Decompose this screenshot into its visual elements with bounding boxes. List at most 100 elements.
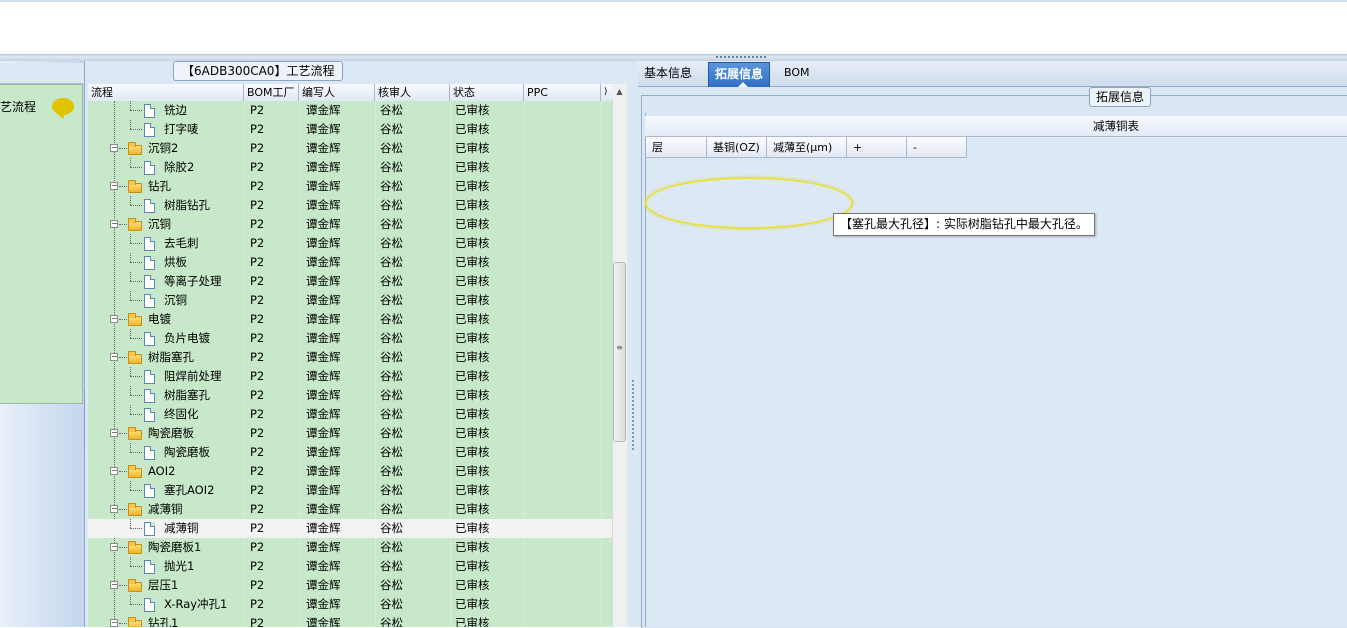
process-name[interactable]: 减薄铜: [148, 500, 183, 519]
process-name[interactable]: 减薄铜: [164, 519, 199, 538]
scroll-up-arrow-icon[interactable]: ▲: [612, 84, 627, 99]
process-row[interactable]: − 沉铜2 P2 谭金辉 谷松 已审核: [88, 139, 612, 158]
process-row[interactable]: 负片电镀 P2 谭金辉 谷松 已审核: [88, 329, 612, 348]
add-row-button[interactable]: +: [847, 137, 907, 158]
process-name[interactable]: AOI2: [148, 462, 175, 481]
process-row[interactable]: − AOI2 P2 谭金辉 谷松 已审核: [88, 462, 612, 481]
cell-reviewer: 谷松: [380, 198, 403, 212]
process-row[interactable]: − 减薄铜 P2 谭金辉 谷松 已审核: [88, 500, 612, 519]
collapse-toggle-icon[interactable]: −: [110, 182, 118, 190]
process-name[interactable]: 电镀: [148, 310, 171, 329]
remove-row-button[interactable]: -: [907, 137, 967, 158]
process-name[interactable]: 打字唛: [164, 120, 199, 139]
folder-icon: [128, 579, 142, 592]
cell-bom-factory: P2: [250, 141, 265, 155]
column-header-reviewer[interactable]: 核审人: [375, 84, 450, 101]
process-name[interactable]: 陶瓷磨板1: [148, 538, 201, 557]
process-name[interactable]: 去毛刺: [164, 234, 199, 253]
cell-reviewer: 谷松: [380, 464, 403, 478]
collapse-toggle-icon[interactable]: −: [110, 429, 118, 437]
process-row[interactable]: − 陶瓷磨板1 P2 谭金辉 谷松 已审核: [88, 538, 612, 557]
process-row[interactable]: 铣边 P2 谭金辉 谷松 已审核: [88, 101, 612, 120]
collapse-toggle-icon[interactable]: −: [110, 467, 118, 475]
process-row[interactable]: − 电镀 P2 谭金辉 谷松 已审核: [88, 310, 612, 329]
column-header-ppc[interactable]: PPC: [524, 84, 601, 101]
collapse-toggle-icon[interactable]: −: [110, 353, 118, 361]
column-header-status[interactable]: 状态: [450, 84, 524, 101]
process-row[interactable]: 树脂塞孔 P2 谭金辉 谷松 已审核: [88, 386, 612, 405]
process-name[interactable]: 陶瓷磨板: [164, 443, 210, 462]
process-row[interactable]: 抛光1 P2 谭金辉 谷松 已审核: [88, 557, 612, 576]
process-name[interactable]: 等离子处理: [164, 272, 222, 291]
process-name[interactable]: 树脂塞孔: [148, 348, 194, 367]
cell-writer: 谭金辉: [306, 312, 341, 326]
process-name[interactable]: 树脂钻孔: [164, 196, 210, 215]
collapse-toggle-icon[interactable]: −: [110, 543, 118, 551]
collapse-toggle-icon[interactable]: −: [110, 505, 118, 513]
process-grid-body[interactable]: 铣边 P2 谭金辉 谷松 已审核 打字唛 P2 谭金辉 谷松 已审核 − 沉铜2 P2 谭金辉 谷松 已审核除…: [88, 101, 612, 627]
column-header-bom-factory[interactable]: BOM工厂: [244, 84, 299, 101]
process-row[interactable]: 终固化 P2 谭金辉 谷松 已审核: [88, 405, 612, 424]
top-blank-area: [0, 0, 1347, 54]
process-name[interactable]: 沉铜: [148, 215, 171, 234]
process-row[interactable]: 沉铜 P2 谭金辉 谷松 已审核: [88, 291, 612, 310]
process-name[interactable]: 钻孔1: [148, 614, 178, 627]
process-row[interactable]: − 陶瓷磨板 P2 谭金辉 谷松 已审核: [88, 424, 612, 443]
collapse-toggle-icon[interactable]: −: [110, 315, 118, 323]
tab-bom[interactable]: BOM: [778, 62, 816, 86]
cell-writer: 谭金辉: [306, 217, 341, 231]
process-row[interactable]: 烘板 P2 谭金辉 谷松 已审核: [88, 253, 612, 272]
process-name[interactable]: 负片电镀: [164, 329, 210, 348]
process-row[interactable]: − 层压1 P2 谭金辉 谷松 已审核: [88, 576, 612, 595]
document-icon: [144, 294, 155, 308]
process-row[interactable]: 等离子处理 P2 谭金辉 谷松 已审核: [88, 272, 612, 291]
process-row[interactable]: 阻焊前处理 P2 谭金辉 谷松 已审核: [88, 367, 612, 386]
cell-writer: 谭金辉: [306, 198, 341, 212]
collapse-toggle-icon[interactable]: −: [110, 220, 118, 228]
vertical-splitter[interactable]: [627, 61, 638, 627]
process-name[interactable]: 树脂塞孔: [164, 386, 210, 405]
process-name[interactable]: X-Ray冲孔1: [164, 595, 227, 614]
process-name[interactable]: 烘板: [164, 253, 187, 272]
cell-status: 已审核: [455, 217, 490, 231]
collapse-toggle-icon[interactable]: −: [110, 581, 118, 589]
process-name[interactable]: 除胶2: [164, 158, 194, 177]
top-splitter[interactable]: [0, 54, 1347, 61]
process-row[interactable]: 去毛刺 P2 谭金辉 谷松 已审核: [88, 234, 612, 253]
cell-writer: 谭金辉: [306, 160, 341, 174]
column-header-thin-to[interactable]: 减薄至(μm): [767, 137, 847, 158]
left-panel-label[interactable]: 艺流程: [0, 98, 36, 115]
process-name[interactable]: 终固化: [164, 405, 199, 424]
process-row[interactable]: − 钻孔 P2 谭金辉 谷松 已审核: [88, 177, 612, 196]
process-name[interactable]: 塞孔AOI2: [164, 481, 214, 500]
process-name[interactable]: 抛光1: [164, 557, 194, 576]
collapse-toggle-icon[interactable]: −: [110, 144, 118, 152]
process-name[interactable]: 钻孔: [148, 177, 171, 196]
column-header-base-copper[interactable]: 基铜(OZ): [707, 137, 767, 158]
process-row[interactable]: − 树脂塞孔 P2 谭金辉 谷松 已审核: [88, 348, 612, 367]
process-row[interactable]: 塞孔AOI2 P2 谭金辉 谷松 已审核: [88, 481, 612, 500]
scrollbar-thumb[interactable]: [613, 262, 626, 442]
tab-basic-info[interactable]: 基本信息: [638, 62, 698, 86]
process-name[interactable]: 沉铜2: [148, 139, 178, 158]
column-header-flow[interactable]: 流程: [88, 84, 244, 101]
column-header-writer[interactable]: 编写人: [299, 84, 375, 101]
highlight-ellipse: [645, 177, 853, 229]
process-row[interactable]: X-Ray冲孔1 P2 谭金辉 谷松 已审核: [88, 595, 612, 614]
process-name[interactable]: 层压1: [148, 576, 178, 595]
process-name[interactable]: 陶瓷磨板: [148, 424, 194, 443]
process-name[interactable]: 沉铜: [164, 291, 187, 310]
process-row[interactable]: 陶瓷磨板 P2 谭金辉 谷松 已审核: [88, 443, 612, 462]
process-name[interactable]: 阻焊前处理: [164, 367, 222, 386]
process-row[interactable]: − 钻孔1 P2 谭金辉 谷松 已审核: [88, 614, 612, 627]
process-row[interactable]: 树脂钻孔 P2 谭金辉 谷松 已审核: [88, 196, 612, 215]
process-row[interactable]: 减薄铜 P2 谭金辉 谷松 已审核: [88, 519, 612, 538]
process-row[interactable]: 除胶2 P2 谭金辉 谷松 已审核: [88, 158, 612, 177]
process-row[interactable]: − 沉铜 P2 谭金辉 谷松 已审核: [88, 215, 612, 234]
collapse-toggle-icon[interactable]: −: [110, 619, 118, 627]
process-row[interactable]: 打字唛 P2 谭金辉 谷松 已审核: [88, 120, 612, 139]
left-process-panel[interactable]: [0, 84, 83, 404]
cell-bom-factory: P2: [250, 217, 265, 231]
process-name[interactable]: 铣边: [164, 101, 187, 120]
column-header-layer[interactable]: 层: [646, 137, 707, 158]
